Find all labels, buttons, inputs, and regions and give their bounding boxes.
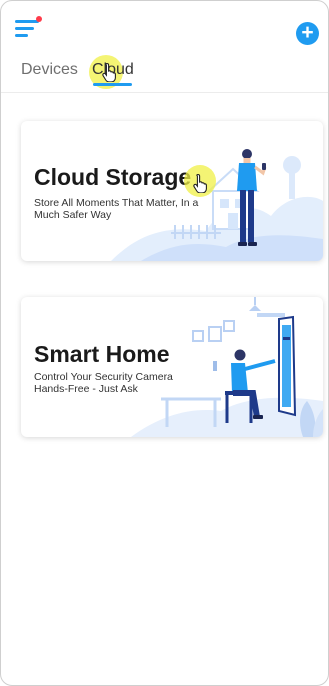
menu-line <box>15 27 34 30</box>
menu-icon[interactable] <box>15 16 42 40</box>
smart-home-card[interactable]: Smart Home Control Your Security Camera … <box>21 297 323 437</box>
notification-dot <box>36 16 42 22</box>
tab-indicator <box>93 83 132 86</box>
tab-cloud[interactable]: Cloud <box>92 61 134 79</box>
card-subtitle: Control Your Security Camera Hands-Free … <box>34 371 234 395</box>
add-button[interactable]: + <box>296 21 319 45</box>
plus-icon: + <box>301 21 314 44</box>
cloud-storage-illustration <box>111 149 323 261</box>
tab-devices[interactable]: Devices <box>21 61 78 79</box>
card-subtitle-line: Control Your Security Camera <box>34 371 173 383</box>
card-subtitle-line: Hands-Free - Just Ask <box>34 383 138 395</box>
menu-line <box>15 34 28 37</box>
card-subtitle-line: Store All Moments That Matter, In a <box>34 197 199 209</box>
card-title: Cloud Storage <box>34 164 192 190</box>
cloud-storage-card[interactable]: Cloud Storage Store All Moments That Mat… <box>21 121 323 261</box>
card-subtitle-line: Much Safer Way <box>34 209 112 221</box>
card-subtitle: Store All Moments That Matter, In a Much… <box>34 197 234 221</box>
card-title: Smart Home <box>34 341 170 367</box>
tab-divider <box>1 92 328 93</box>
app-screen: + Devices Cloud Cloud Storage Store All … <box>0 0 329 686</box>
top-bar: + <box>1 1 328 49</box>
